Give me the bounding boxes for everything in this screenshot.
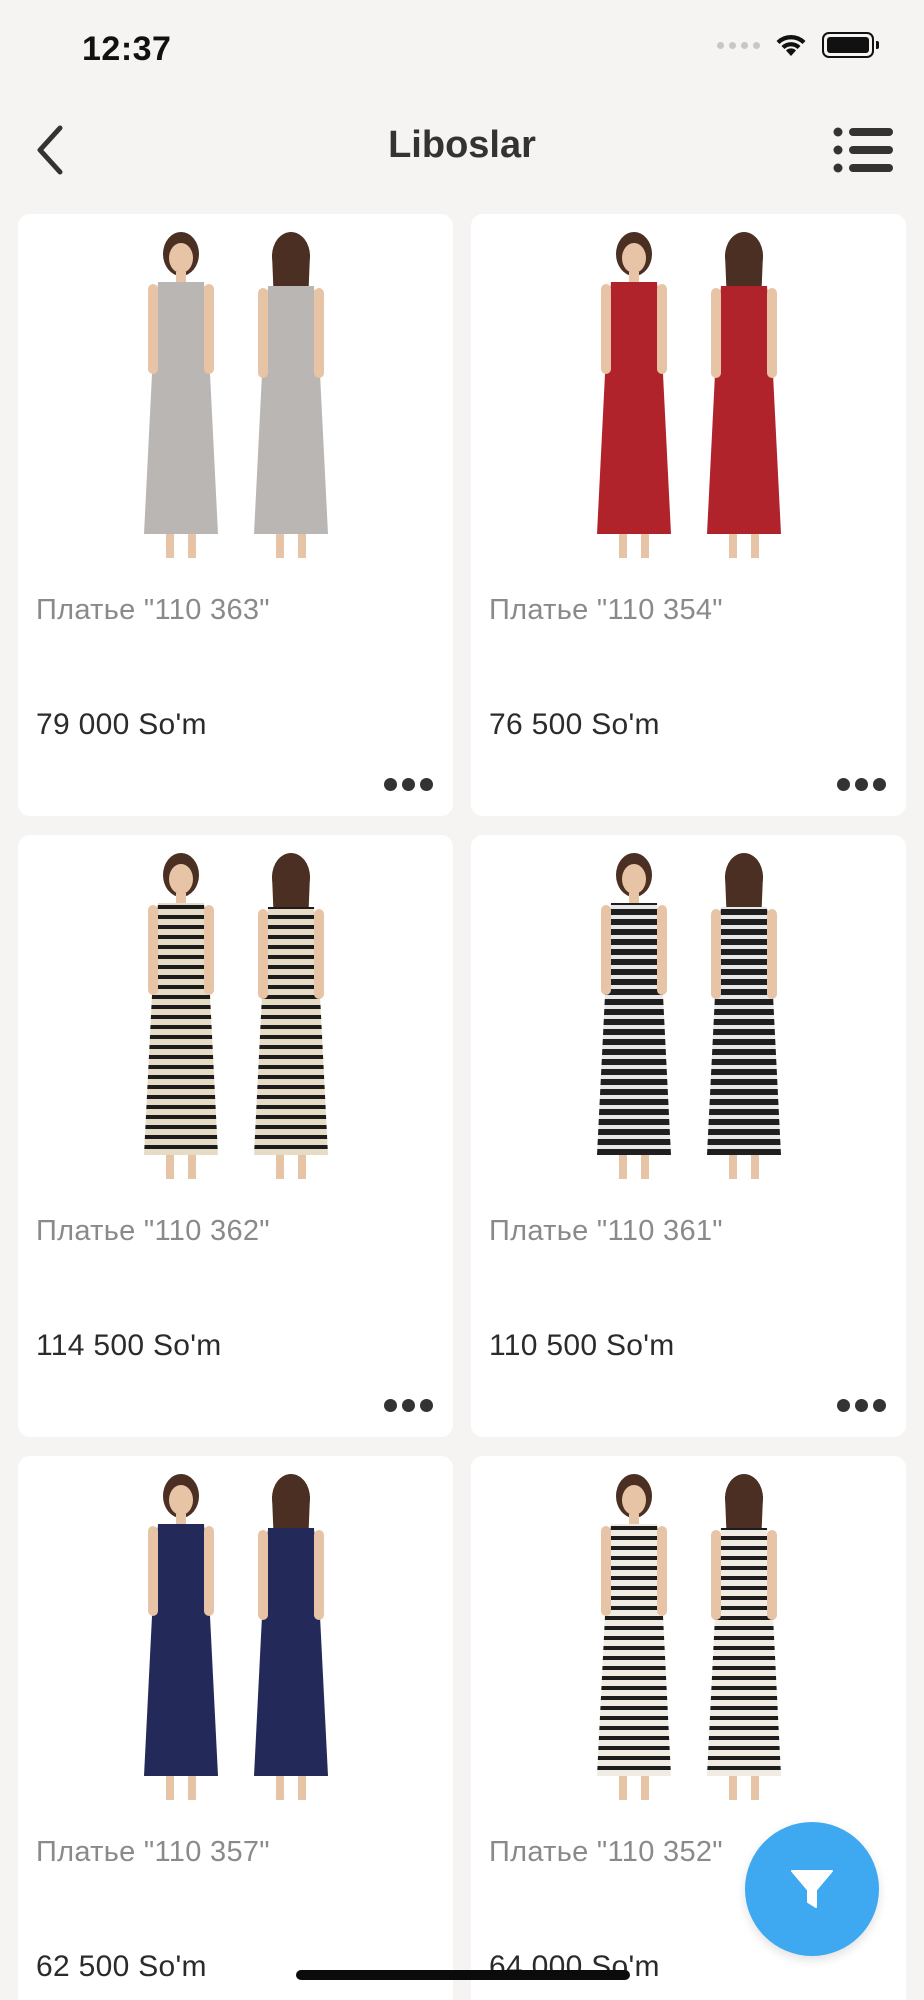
product-image (18, 224, 453, 564)
dress-photo (143, 1474, 328, 1800)
product-title: Платье "110 352" (489, 1836, 723, 1868)
product-title: Платье "110 362" (36, 1215, 270, 1247)
battery-icon (822, 32, 879, 58)
more-dot-icon (855, 1399, 868, 1412)
product-card[interactable]: Платье "110 362" 114 500 So'm (18, 835, 453, 1437)
dress-photo (596, 232, 781, 558)
more-dot-icon (873, 1399, 886, 1412)
nav-bar: Liboslar (0, 100, 924, 200)
cellular-signal-icon (717, 41, 760, 49)
page-title: Liboslar (388, 124, 536, 166)
product-image (18, 1466, 453, 1806)
list-icon (833, 127, 893, 173)
dress-photo (596, 1474, 781, 1800)
product-image (471, 224, 906, 564)
filter-button[interactable] (745, 1822, 879, 1956)
status-time: 12:37 (82, 30, 172, 68)
model-front (143, 1474, 218, 1800)
dress-photo (596, 853, 781, 1179)
product-grid: Платье "110 363" 79 000 So'm Платье "110… (18, 214, 906, 2000)
more-options-button[interactable] (833, 1395, 890, 1416)
more-dot-icon (420, 1399, 433, 1412)
product-card[interactable]: Платье "110 354" 76 500 So'm (471, 214, 906, 816)
product-price: 76 500 So'm (489, 708, 660, 741)
model-back (706, 232, 781, 558)
model-back (253, 1474, 328, 1800)
model-back (253, 232, 328, 558)
more-dot-icon (873, 778, 886, 791)
product-title: Платье "110 357" (36, 1836, 270, 1868)
more-options-button[interactable] (833, 774, 890, 795)
product-image (471, 1466, 906, 1806)
dress-photo (143, 853, 328, 1179)
model-front (143, 853, 218, 1179)
product-price: 114 500 So'm (36, 1329, 222, 1362)
status-icons (717, 32, 879, 58)
more-dot-icon (384, 778, 397, 791)
home-indicator (296, 1970, 630, 1980)
more-dot-icon (402, 1399, 415, 1412)
more-dot-icon (855, 778, 868, 791)
model-back (706, 1474, 781, 1800)
product-card[interactable]: Платье "110 363" 79 000 So'm (18, 214, 453, 816)
more-dot-icon (837, 778, 850, 791)
product-card[interactable]: Платье "110 361" 110 500 So'm (471, 835, 906, 1437)
model-front (596, 1474, 671, 1800)
model-back (253, 853, 328, 1179)
dress-photo (143, 232, 328, 558)
status-bar: 12:37 (0, 0, 924, 100)
more-dot-icon (384, 1399, 397, 1412)
product-image (471, 845, 906, 1185)
list-view-button[interactable] (830, 118, 896, 182)
product-image (18, 845, 453, 1185)
product-title: Платье "110 363" (36, 594, 270, 626)
more-dot-icon (420, 778, 433, 791)
more-dot-icon (837, 1399, 850, 1412)
wifi-icon (776, 34, 806, 56)
product-card[interactable]: Платье "110 357" 62 500 So'm (18, 1456, 453, 2000)
model-back (706, 853, 781, 1179)
model-front (596, 232, 671, 558)
more-options-button[interactable] (380, 774, 437, 795)
product-title: Платье "110 361" (489, 1215, 723, 1247)
more-dot-icon (402, 778, 415, 791)
more-options-button[interactable] (380, 1395, 437, 1416)
product-price: 110 500 So'm (489, 1329, 675, 1362)
product-price: 79 000 So'm (36, 708, 207, 741)
product-price: 62 500 So'm (36, 1950, 207, 1983)
model-front (143, 232, 218, 558)
model-front (596, 853, 671, 1179)
product-title: Платье "110 354" (489, 594, 723, 626)
filter-icon (791, 1870, 833, 1908)
